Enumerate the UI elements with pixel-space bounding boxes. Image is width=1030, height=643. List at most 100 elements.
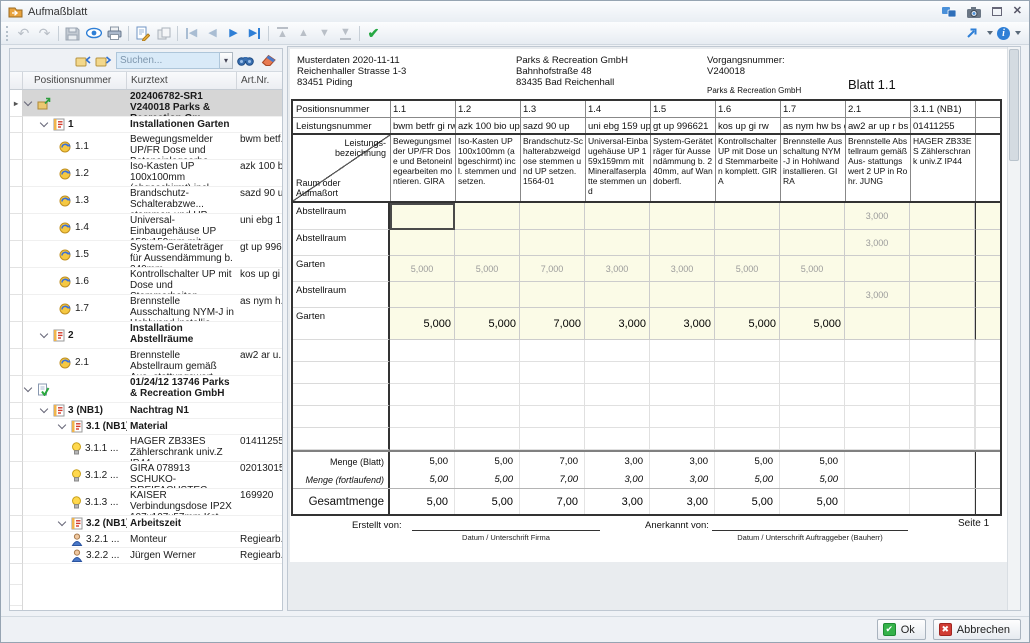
- tree-row[interactable]: ▸ 1.5 System-Gerätetr: [10, 241, 282, 268]
- measure-cell[interactable]: [910, 406, 975, 428]
- measure-cell[interactable]: [780, 230, 845, 256]
- info-caret-icon[interactable]: [1015, 31, 1021, 35]
- tree-row[interactable]: ▸ 3.1.3 ... KAISER Ve: [10, 489, 282, 516]
- measure-cell[interactable]: [715, 384, 780, 406]
- measure-cell[interactable]: [455, 362, 520, 384]
- measure-cell[interactable]: 5,000: [390, 308, 455, 340]
- nav-next-button[interactable]: ▶: [223, 24, 244, 43]
- measure-cell[interactable]: [845, 428, 910, 450]
- cancel-button[interactable]: ✖ Abbrechen: [933, 619, 1021, 640]
- measure-cell[interactable]: [520, 340, 585, 362]
- measure-cell[interactable]: [650, 230, 715, 256]
- measure-cell[interactable]: 7,000: [520, 308, 585, 340]
- measure-cell[interactable]: 7,000: [520, 256, 585, 282]
- col-positionsnummer[interactable]: Positionsnummer: [23, 72, 127, 89]
- measure-cell[interactable]: [910, 308, 975, 340]
- print-button[interactable]: [104, 24, 125, 43]
- chevron-down-icon[interactable]: [24, 97, 32, 105]
- save-button[interactable]: [62, 24, 83, 43]
- measure-cell[interactable]: [650, 362, 715, 384]
- measure-cell[interactable]: [780, 203, 845, 230]
- measure-cell[interactable]: [520, 406, 585, 428]
- measure-cell[interactable]: [910, 428, 975, 450]
- measure-cell[interactable]: [845, 406, 910, 428]
- measure-cell[interactable]: [650, 340, 715, 362]
- measure-cell[interactable]: 5,000: [455, 256, 520, 282]
- move-up-button[interactable]: ▲: [293, 24, 314, 43]
- measure-cell[interactable]: [845, 256, 910, 282]
- tree-row[interactable]: ▸ 1.1 Bewegungsmelder: [10, 133, 282, 160]
- measure-cell[interactable]: [390, 282, 455, 308]
- measure-cell[interactable]: [585, 362, 650, 384]
- measure-cell[interactable]: [390, 406, 455, 428]
- measure-cell[interactable]: 5,000: [715, 256, 780, 282]
- scrollbar-thumb[interactable]: [1009, 49, 1019, 161]
- measure-cell[interactable]: [650, 384, 715, 406]
- clear-filter-eraser-icon[interactable]: [258, 51, 279, 69]
- measure-cell[interactable]: [455, 340, 520, 362]
- measure-cell[interactable]: [390, 340, 455, 362]
- chevron-down-icon[interactable]: [24, 383, 32, 391]
- col-kurztext[interactable]: Kurztext: [127, 72, 237, 89]
- export-arrow-button[interactable]: [961, 24, 982, 43]
- tree-row[interactable]: ▸ 1.4 Universal-Einba: [10, 214, 282, 241]
- ok-button[interactable]: ✔ Ok: [877, 619, 926, 640]
- measure-cell[interactable]: 5,000: [780, 308, 845, 340]
- tree-row[interactable]: ▸ 3 (NB1) Nachtrag N1: [10, 403, 282, 419]
- apply-check-button[interactable]: ✔: [363, 24, 384, 43]
- move-down-button[interactable]: ▼: [314, 24, 335, 43]
- move-top-button[interactable]: ▲: [272, 24, 293, 43]
- export-caret-icon[interactable]: [987, 31, 993, 35]
- nav-prev-button[interactable]: ◀: [202, 24, 223, 43]
- measure-cell[interactable]: [910, 230, 975, 256]
- measure-cell[interactable]: [390, 384, 455, 406]
- close-icon[interactable]: ✕: [1013, 4, 1022, 19]
- measure-cell[interactable]: [455, 203, 520, 230]
- info-icon[interactable]: i: [997, 27, 1010, 40]
- measure-cell[interactable]: [585, 340, 650, 362]
- measure-cell[interactable]: [455, 406, 520, 428]
- measure-cell[interactable]: [520, 362, 585, 384]
- nav-last-button[interactable]: ▶: [244, 24, 265, 43]
- measure-cell[interactable]: [780, 384, 845, 406]
- measure-cell[interactable]: 3,000: [845, 230, 910, 256]
- measure-cell[interactable]: [910, 256, 975, 282]
- measure-cell[interactable]: [585, 428, 650, 450]
- redo-button[interactable]: ↷: [34, 24, 55, 43]
- measure-cell[interactable]: 3,000: [650, 308, 715, 340]
- collapse-all-icon[interactable]: [73, 51, 93, 69]
- measure-cell[interactable]: [650, 203, 715, 230]
- measure-cell[interactable]: [715, 428, 780, 450]
- tree-row[interactable]: ▸ 2.1 Brennstelle Abs: [10, 349, 282, 376]
- tree-row[interactable]: ▸ 3.1 (NB1) Material: [10, 419, 282, 435]
- measure-cell[interactable]: [780, 428, 845, 450]
- undo-button[interactable]: ↶: [13, 24, 34, 43]
- measure-cell[interactable]: [390, 428, 455, 450]
- tree-row[interactable]: ▸ 2 Installation Abst: [10, 322, 282, 349]
- measure-cell[interactable]: [455, 384, 520, 406]
- measure-cell[interactable]: [845, 308, 910, 340]
- tree-row[interactable]: ▸ 01/24/12 13746 Par: [10, 376, 282, 403]
- measure-cell[interactable]: [715, 406, 780, 428]
- measure-cell[interactable]: [585, 282, 650, 308]
- tree-row[interactable]: ▸ 1.2 Iso-Kasten UP 1: [10, 160, 282, 187]
- measure-cell[interactable]: [520, 384, 585, 406]
- measure-cell[interactable]: [520, 230, 585, 256]
- measure-cell[interactable]: 5,000: [780, 256, 845, 282]
- measure-cell[interactable]: [455, 282, 520, 308]
- measure-cell[interactable]: [910, 203, 975, 230]
- measure-cell[interactable]: [910, 340, 975, 362]
- move-bottom-button[interactable]: ▼: [335, 24, 356, 43]
- measure-cell[interactable]: [390, 203, 455, 230]
- tree-row[interactable]: ▸ 1.7 Brennstelle Aus: [10, 295, 282, 322]
- measure-cell[interactable]: [845, 340, 910, 362]
- measure-cell[interactable]: [585, 230, 650, 256]
- measure-cell[interactable]: [845, 362, 910, 384]
- copy-sheet-button[interactable]: [153, 24, 174, 43]
- tree-row[interactable]: ▸ 3.2.2 ... Jürgen We: [10, 548, 282, 564]
- measure-cell[interactable]: [715, 282, 780, 308]
- measure-cell[interactable]: [585, 203, 650, 230]
- measure-cell[interactable]: 3,000: [585, 308, 650, 340]
- measure-cell[interactable]: [910, 362, 975, 384]
- measure-cell[interactable]: [650, 428, 715, 450]
